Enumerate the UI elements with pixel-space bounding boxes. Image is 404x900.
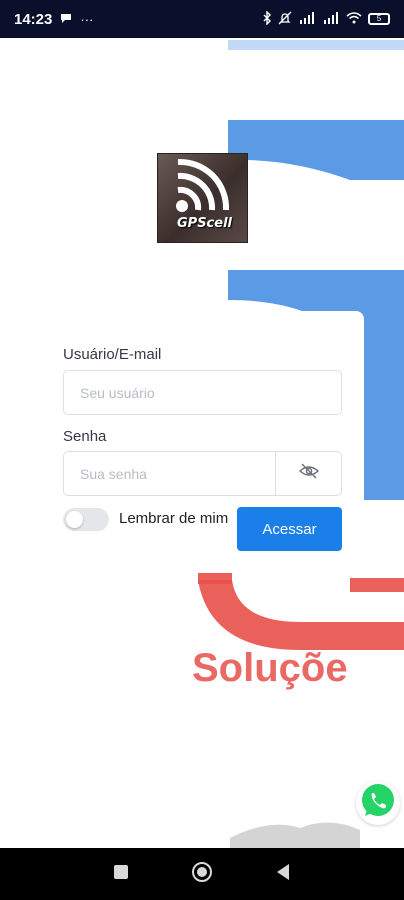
wifi-icon	[346, 11, 362, 27]
login-submit-button[interactable]: Acessar	[237, 507, 342, 551]
recent-apps-button[interactable]	[101, 854, 141, 894]
signal-4g-icon	[322, 11, 340, 27]
toggle-password-visibility-button[interactable]	[275, 451, 342, 496]
mute-icon	[278, 11, 292, 28]
toggle-knob	[66, 511, 83, 528]
home-button[interactable]	[182, 854, 222, 894]
back-icon	[275, 863, 291, 886]
remember-me-toggle[interactable]	[63, 508, 109, 531]
gpscell-logo: GPScell	[157, 153, 248, 243]
home-icon	[191, 861, 213, 888]
more-dots-icon: ···	[80, 11, 94, 27]
logo-text: GPScell	[177, 216, 232, 231]
battery-icon: 5	[368, 13, 390, 25]
chat-bubble-icon	[60, 12, 72, 27]
bluetooth-icon	[262, 9, 272, 28]
signal-4g-icon	[298, 11, 316, 27]
status-bar: 14:23 ··· 5	[0, 0, 404, 38]
username-label: Usuário/E-mail	[63, 346, 162, 363]
status-time: 14:23	[14, 10, 53, 28]
system-nav-bar	[0, 848, 404, 900]
whatsapp-button[interactable]	[356, 781, 400, 825]
password-input[interactable]	[63, 451, 276, 496]
background-brand-word: Soluçõe	[192, 646, 348, 690]
username-input[interactable]	[63, 370, 342, 415]
battery-level: 5	[376, 14, 382, 23]
recent-apps-icon	[113, 864, 129, 885]
password-label: Senha	[63, 428, 107, 445]
whatsapp-icon	[358, 781, 398, 826]
back-button[interactable]	[263, 854, 303, 894]
remember-me-label: Lembrar de mim	[119, 510, 229, 527]
eye-off-icon	[298, 463, 320, 484]
